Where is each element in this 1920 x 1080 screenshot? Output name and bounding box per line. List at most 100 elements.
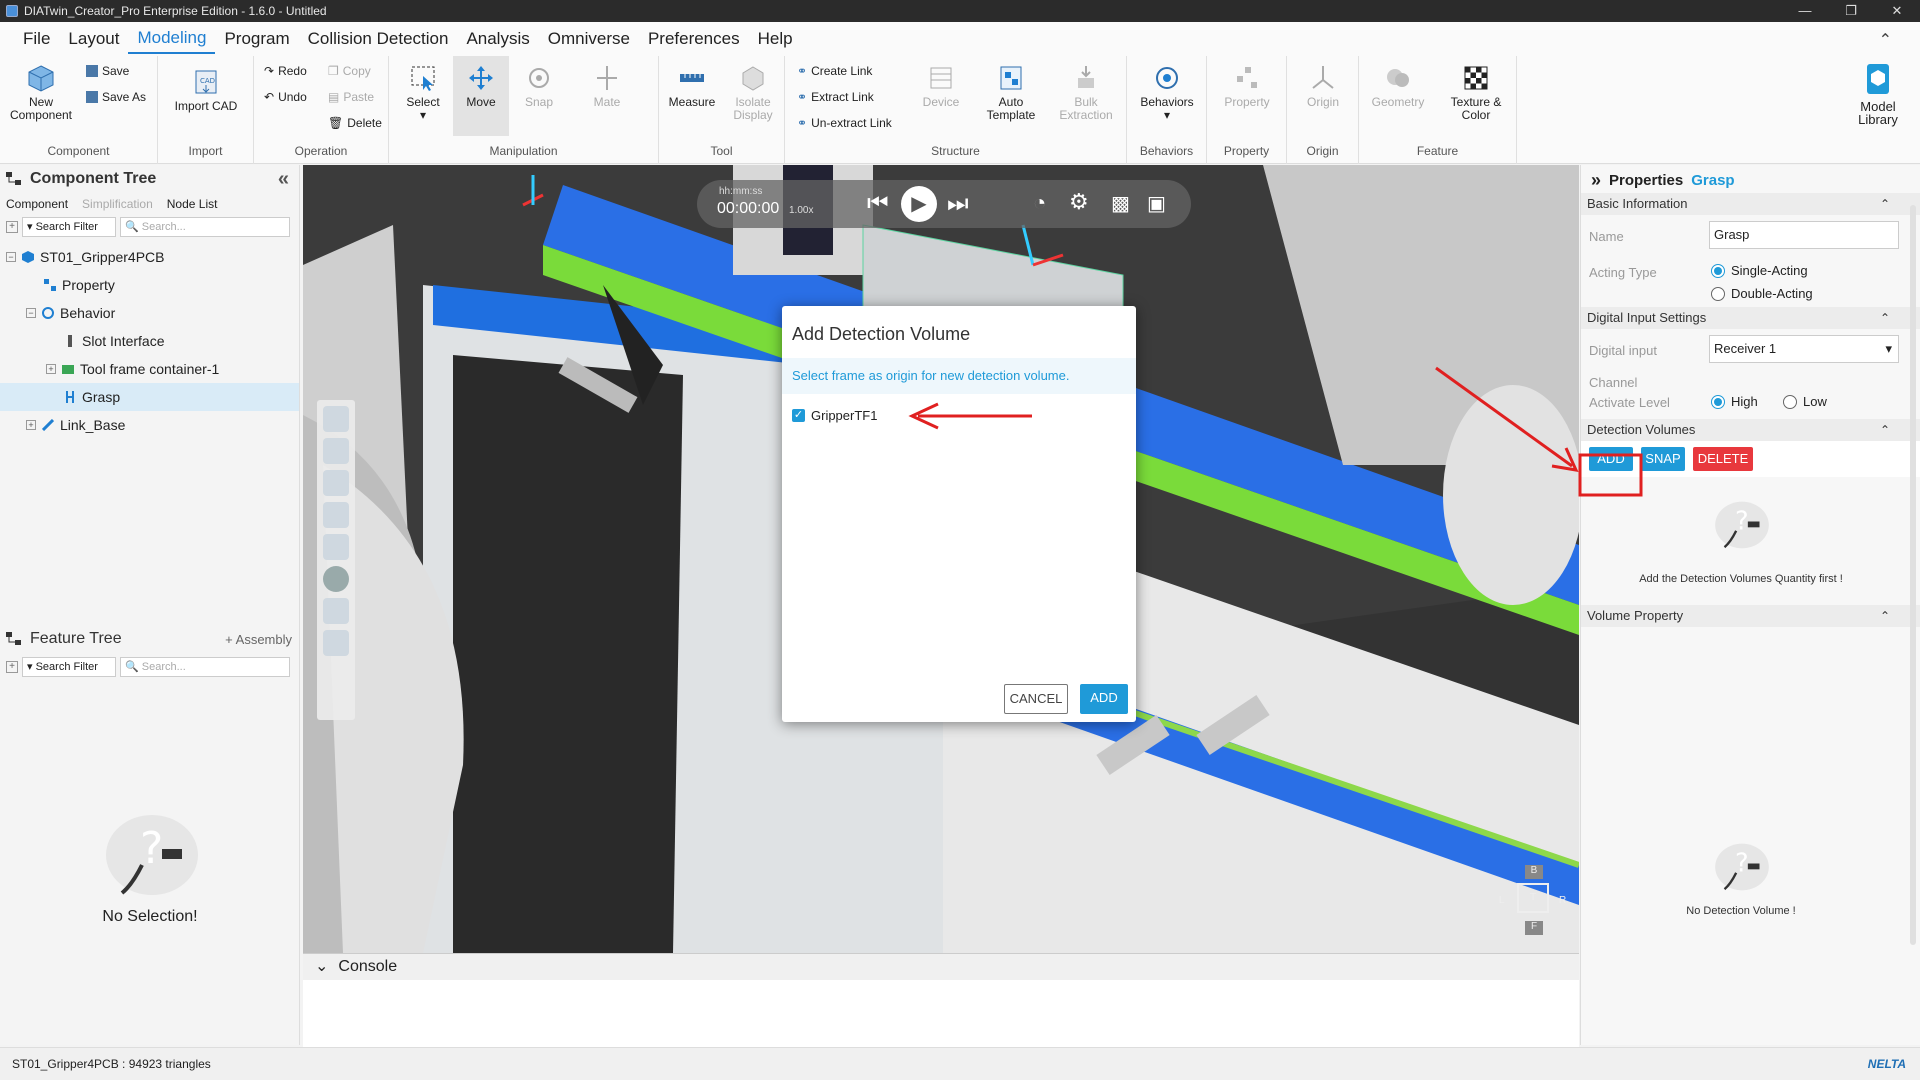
measure-button[interactable]: Measure bbox=[663, 64, 721, 109]
frame-option-grippertf1[interactable]: ✓ GripperTF1 bbox=[792, 408, 877, 423]
tree-toggle[interactable]: + bbox=[46, 364, 56, 374]
digital-input-select[interactable]: Receiver 1 ▾ bbox=[1709, 335, 1899, 363]
play-icon[interactable]: ▶ bbox=[901, 186, 937, 222]
fit-all-icon[interactable] bbox=[323, 406, 349, 432]
view-cube-top[interactable]: T bbox=[1517, 883, 1549, 913]
section-basic-information[interactable]: Basic Information ⌃ bbox=[1581, 193, 1920, 215]
search-input[interactable]: 🔍 Search... bbox=[120, 217, 290, 237]
tree-node-property[interactable]: Property bbox=[0, 271, 299, 299]
delete-detection-volume-button[interactable]: DELETE bbox=[1693, 447, 1753, 471]
minimize-icon[interactable]: — bbox=[1782, 0, 1828, 22]
radio-unselected-icon[interactable] bbox=[1783, 394, 1797, 409]
zoom-window-icon[interactable] bbox=[323, 470, 349, 496]
section-volume-property[interactable]: Volume Property ⌃ bbox=[1581, 605, 1920, 627]
radio-single-acting[interactable]: Single-Acting bbox=[1711, 263, 1808, 278]
unextract-link-button[interactable]: ⚭ Un-extract Link bbox=[797, 116, 892, 130]
radio-double-acting[interactable]: Double-Acting bbox=[1711, 286, 1813, 301]
undo-button[interactable]: ↶ Undo bbox=[264, 90, 307, 104]
mate-button[interactable]: Mate bbox=[585, 64, 629, 109]
orbit-icon[interactable] bbox=[323, 598, 349, 624]
feature-search-filter-dropdown[interactable]: ▾ Search Filter bbox=[22, 657, 116, 677]
menu-preferences[interactable]: Preferences bbox=[639, 25, 749, 53]
menu-program[interactable]: Program bbox=[215, 25, 298, 53]
name-input[interactable]: Grasp bbox=[1709, 221, 1899, 249]
view-cube[interactable]: B L T R F bbox=[1499, 865, 1569, 945]
add-detection-volume-button[interactable]: ADD bbox=[1589, 447, 1633, 471]
tree-node-slot-interface[interactable]: Slot Interface bbox=[0, 327, 299, 355]
menu-collision-detection[interactable]: Collision Detection bbox=[299, 25, 458, 53]
focus-icon[interactable] bbox=[323, 630, 349, 656]
collapse-panel-icon[interactable]: « bbox=[278, 168, 289, 191]
section-detection-volumes[interactable]: Detection Volumes ⌃ bbox=[1581, 419, 1920, 441]
tree-node-st01[interactable]: − ST01_Gripper4PCB bbox=[0, 243, 299, 271]
tree-node-tool-frame-container[interactable]: + Tool frame container-1 bbox=[0, 355, 299, 383]
radio-level-low[interactable]: Low bbox=[1783, 394, 1827, 409]
select-button[interactable]: Select ▾ bbox=[401, 64, 445, 122]
gear-icon[interactable]: ⚙ bbox=[1069, 189, 1089, 215]
radio-selected-icon[interactable] bbox=[1711, 394, 1725, 409]
menu-layout[interactable]: Layout bbox=[59, 25, 128, 53]
import-cad-button[interactable]: CAD Import CAD bbox=[166, 68, 246, 113]
step-back-icon[interactable]: ⏮ bbox=[867, 190, 889, 218]
move-button[interactable]: Move bbox=[453, 56, 509, 136]
menu-help[interactable]: Help bbox=[749, 25, 802, 53]
tree-toggle[interactable]: + bbox=[26, 420, 36, 430]
add-assembly-button[interactable]: + Assembly bbox=[225, 632, 292, 647]
chevron-up-icon[interactable]: ⌃ bbox=[1880, 307, 1890, 329]
view-cube-right[interactable]: R bbox=[1559, 895, 1566, 906]
tab-node-list[interactable]: Node List bbox=[167, 197, 218, 211]
tree-node-link-base[interactable]: + Link_Base bbox=[0, 411, 299, 439]
menu-file[interactable]: File bbox=[14, 25, 59, 53]
expand-all-icon[interactable]: + bbox=[6, 221, 18, 233]
tab-simplification[interactable]: Simplification bbox=[82, 197, 153, 211]
dialog-add-button[interactable]: ADD bbox=[1080, 684, 1128, 714]
camera-icon[interactable]: ▣ bbox=[1147, 191, 1166, 216]
menu-analysis[interactable]: Analysis bbox=[457, 25, 538, 53]
snap-button[interactable]: Snap bbox=[517, 64, 561, 109]
property-button[interactable]: Property bbox=[1215, 64, 1279, 109]
menu-modeling[interactable]: Modeling bbox=[128, 24, 216, 54]
search-filter-dropdown[interactable]: ▾ Search Filter bbox=[22, 217, 116, 237]
radio-unselected-icon[interactable] bbox=[1711, 286, 1725, 301]
scrollbar[interactable] bbox=[1910, 205, 1916, 945]
maximize-icon[interactable]: ❐ bbox=[1828, 0, 1874, 22]
model-library-button[interactable]: Model Library bbox=[1840, 56, 1916, 132]
select-dropdown-icon[interactable]: ▾ bbox=[420, 108, 426, 122]
tree-node-behavior[interactable]: − Behavior bbox=[0, 299, 299, 327]
shading-icon[interactable] bbox=[323, 566, 349, 592]
snap-detection-volume-button[interactable]: SNAP bbox=[1641, 447, 1685, 471]
texture-color-button[interactable]: Texture & Color bbox=[1443, 64, 1509, 122]
isolate-display-button[interactable]: Isolate Display bbox=[725, 64, 781, 122]
expand-all-icon[interactable]: + bbox=[6, 661, 18, 673]
paste-button[interactable]: ▤ Paste bbox=[328, 90, 374, 104]
section-digital-input-settings[interactable]: Digital Input Settings ⌃ bbox=[1581, 307, 1920, 329]
gauge-icon[interactable]: ◔ bbox=[1033, 190, 1046, 216]
delete-button[interactable]: 🗑 Delete bbox=[328, 116, 382, 130]
tree-node-grasp[interactable]: Grasp bbox=[0, 383, 299, 411]
step-forward-icon[interactable]: ⏭ bbox=[947, 190, 969, 218]
behaviors-dropdown-icon[interactable]: ▾ bbox=[1164, 108, 1170, 122]
geometry-button[interactable]: Geometry bbox=[1365, 64, 1431, 109]
bulk-extraction-button[interactable]: Bulk Extraction bbox=[1055, 64, 1117, 122]
tree-toggle[interactable]: − bbox=[26, 308, 36, 318]
create-link-button[interactable]: ⚭ Create Link bbox=[797, 64, 872, 78]
axis-icon[interactable] bbox=[323, 534, 349, 560]
extract-link-button[interactable]: ⚭ Extract Link bbox=[797, 90, 874, 104]
save-button[interactable]: Save bbox=[86, 64, 129, 78]
save-as-button[interactable]: Save As bbox=[86, 90, 146, 104]
feature-search-input[interactable]: 🔍 Search... bbox=[120, 657, 290, 677]
view-cube-left[interactable]: L bbox=[1499, 895, 1505, 906]
origin-button[interactable]: Origin bbox=[1293, 64, 1353, 109]
expand-panel-icon[interactable]: » bbox=[1591, 170, 1601, 191]
collapse-ribbon-icon[interactable]: ⌃ bbox=[1879, 30, 1892, 50]
tree-toggle[interactable]: − bbox=[6, 252, 16, 262]
radio-level-high[interactable]: High bbox=[1711, 394, 1758, 409]
chevron-down-icon[interactable]: ⌄ bbox=[315, 954, 328, 980]
chevron-up-icon[interactable]: ⌃ bbox=[1880, 419, 1890, 441]
redo-button[interactable]: ↷ Redo bbox=[264, 64, 307, 78]
tab-component[interactable]: Component bbox=[6, 197, 68, 211]
chevron-up-icon[interactable]: ⌃ bbox=[1880, 193, 1890, 215]
view-cube-front[interactable]: F bbox=[1525, 921, 1543, 935]
chevron-down-icon[interactable]: ▾ bbox=[1885, 336, 1892, 362]
behaviors-button[interactable]: Behaviors ▾ bbox=[1133, 64, 1201, 122]
